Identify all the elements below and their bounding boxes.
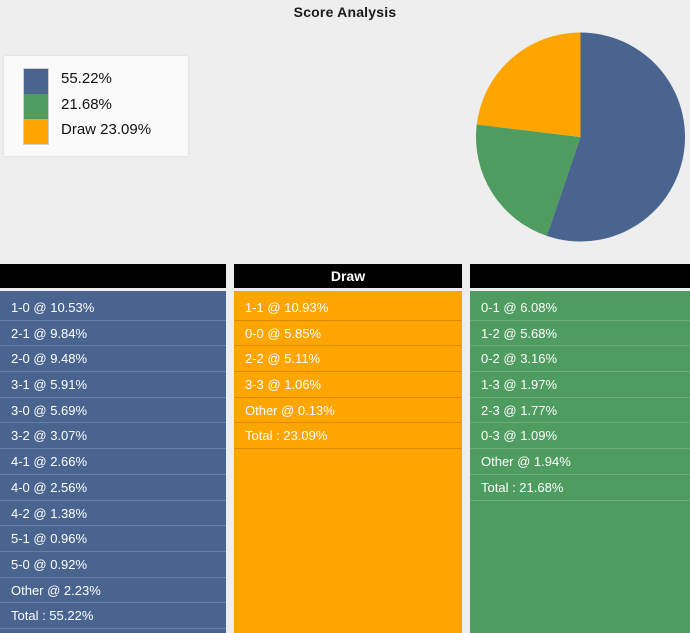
home-score-list: 1-0 @ 10.53% 2-1 @ 9.84% 2-0 @ 9.48% 3-1 @ … bbox=[0, 291, 226, 633]
pie-slice-group bbox=[476, 32, 685, 242]
score-row: Other @ 1.94% bbox=[470, 449, 690, 475]
legend-swatch-home bbox=[24, 69, 48, 94]
score-row: 3-0 @ 5.69% bbox=[0, 398, 226, 424]
score-row: 2-2 @ 5.11% bbox=[234, 346, 462, 373]
score-row: 0-2 @ 3.16% bbox=[470, 346, 690, 373]
score-row: 3-3 @ 1.06% bbox=[234, 372, 462, 398]
legend-swatch-group bbox=[23, 68, 49, 145]
score-row: 4-2 @ 1.38% bbox=[0, 501, 226, 527]
legend-label-group: 55.22% 21.68% Draw 23.09% bbox=[61, 66, 185, 143]
score-row: 1-2 @ 5.68% bbox=[470, 321, 690, 347]
draw-column: Draw 1-1 @ 10.93% 0-0 @ 5.85% 2-2 @ 5.11% 3… bbox=[234, 260, 462, 633]
score-row: 0-0 @ 5.85% bbox=[234, 321, 462, 347]
pie-chart-svg bbox=[476, 32, 685, 242]
pie-chart bbox=[474, 28, 687, 246]
score-columns: 1-0 @ 10.53% 2-1 @ 9.84% 2-0 @ 9.48% 3-1 @ … bbox=[0, 260, 690, 633]
score-row: 3-2 @ 3.07% bbox=[0, 423, 226, 450]
legend-item-draw: Draw 23.09% bbox=[61, 121, 152, 138]
score-row: Other @ 2.23% bbox=[0, 578, 226, 604]
score-row: 0-3 @ 1.09% bbox=[470, 423, 690, 450]
home-column-header bbox=[0, 264, 226, 288]
score-row: 3-1 @ 5.91% bbox=[0, 372, 226, 398]
legend-swatch-draw bbox=[24, 118, 48, 144]
score-row: 2-1 @ 9.84% bbox=[0, 321, 226, 347]
pie-slice bbox=[476, 32, 581, 137]
score-row: 4-1 @ 2.66% bbox=[0, 449, 226, 475]
score-row: Total : 55.22% bbox=[0, 603, 226, 629]
score-row: 1-3 @ 1.97% bbox=[470, 372, 690, 398]
chart-title: Score Analysis bbox=[293, 4, 397, 20]
home-column: 1-0 @ 10.53% 2-1 @ 9.84% 2-0 @ 9.48% 3-1 @ … bbox=[0, 260, 226, 633]
score-row: Total : 21.68% bbox=[470, 475, 690, 501]
score-row: 4-0 @ 2.56% bbox=[0, 475, 226, 501]
legend-swatch-away bbox=[24, 93, 48, 119]
away-column: 0-1 @ 6.08% 1-2 @ 5.68% 0-2 @ 3.16% 1-3 @ 1… bbox=[470, 260, 690, 633]
legend-item-home: 55.22% bbox=[61, 70, 112, 87]
score-row: 0-1 @ 6.08% bbox=[470, 295, 690, 321]
pie-legend: 55.22% 21.68% Draw 23.09% bbox=[4, 56, 188, 156]
score-row: Other @ 0.13% bbox=[234, 398, 462, 424]
score-analysis-chart: Score Analysis 55.22% 21.68% Draw 23.09% bbox=[0, 0, 690, 260]
legend-item-away: 21.68% bbox=[61, 95, 112, 113]
away-column-header bbox=[470, 264, 690, 288]
draw-column-header: Draw bbox=[234, 264, 462, 288]
draw-score-list: 1-1 @ 10.93% 0-0 @ 5.85% 2-2 @ 5.11% 3-3 @ … bbox=[234, 291, 462, 633]
score-row: 2-0 @ 9.48% bbox=[0, 346, 226, 373]
score-row: 5-1 @ 0.96% bbox=[0, 526, 226, 552]
away-score-list: 0-1 @ 6.08% 1-2 @ 5.68% 0-2 @ 3.16% 1-3 @ 1… bbox=[470, 291, 690, 633]
score-row: Total : 23.09% bbox=[234, 423, 462, 450]
score-row: 1-0 @ 10.53% bbox=[0, 295, 226, 321]
score-row: 2-3 @ 1.77% bbox=[470, 398, 690, 424]
score-row: 5-0 @ 0.92% bbox=[0, 552, 226, 578]
score-row: 1-1 @ 10.93% bbox=[234, 295, 462, 321]
